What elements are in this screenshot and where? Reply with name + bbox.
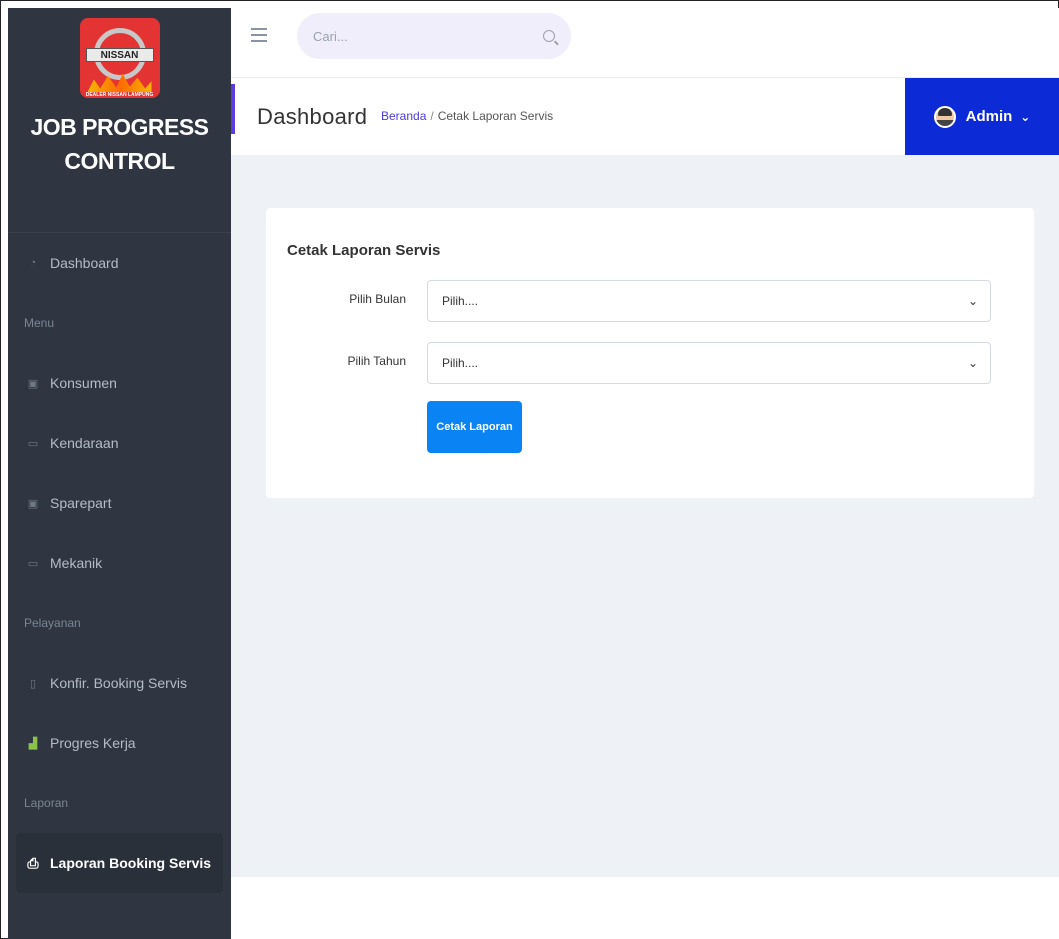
logo-wordmark: NISSAN <box>85 48 154 62</box>
sidebar-nav: ◔ Dashboard Menu ▣ Konsumen ▭ Kendaraan … <box>8 233 231 893</box>
sidebar: NISSAN DEALER NISSAN LAMPUNG JOB PROGRES… <box>8 8 231 939</box>
breadcrumb-home-link[interactable]: Beranda <box>381 109 426 123</box>
sidebar-item-kendaraan[interactable]: ▭ Kendaraan <box>8 413 231 473</box>
sidebar-item-laporan-booking[interactable]: ⎙ Laporan Booking Servis <box>16 833 223 893</box>
sidebar-item-label: Laporan Booking Servis <box>50 855 212 871</box>
sidebar-item-label: Mekanik <box>50 555 103 571</box>
breadcrumb: Beranda / Cetak Laporan Servis <box>381 109 553 123</box>
print-report-button[interactable]: Cetak Laporan <box>427 401 522 453</box>
chevron-down-icon: ⌄ <box>967 356 978 370</box>
page-title: Dashboard <box>257 104 368 129</box>
user-menu-button[interactable]: Admin ⌄ <box>905 78 1059 155</box>
app-frame: NISSAN DEALER NISSAN LAMPUNG JOB PROGRES… <box>0 0 1059 939</box>
year-label: Pilih Tahun <box>347 354 407 368</box>
logo-tagline: DEALER NISSAN LAMPUNG <box>85 92 154 98</box>
search-icon[interactable] <box>543 30 555 42</box>
printer-icon: ⎙ <box>27 854 39 871</box>
breadcrumb-separator: / <box>430 109 434 123</box>
bar-chart-icon: ▟ <box>28 737 38 750</box>
nissan-logo[interactable]: NISSAN DEALER NISSAN LAMPUNG <box>79 18 160 98</box>
search-box <box>297 13 571 59</box>
sidebar-section-pelayanan: Pelayanan <box>24 616 81 630</box>
month-label: Pilih Bulan <box>349 292 406 306</box>
header-accent-bar <box>231 84 235 134</box>
chevron-down-icon: ⌄ <box>1020 109 1031 124</box>
breadcrumb-current: Cetak Laporan Servis <box>437 109 554 123</box>
sidebar-item-konfir-booking[interactable]: ▯ Konfir. Booking Servis <box>8 653 231 713</box>
sidebar-item-progres-kerja[interactable]: ▟ Progres Kerja <box>8 713 231 773</box>
menu-toggle-icon[interactable] <box>251 28 267 42</box>
file-icon: ▯ <box>29 677 37 690</box>
sidebar-section-menu: Menu <box>24 316 55 330</box>
year-select[interactable]: Pilih.... ⌄ <box>427 342 991 384</box>
sidebar-item-sparepart[interactable]: ▣ Sparepart <box>8 473 231 533</box>
search-input[interactable] <box>313 28 543 44</box>
main-content: Cetak Laporan Servis Pilih Bulan Pilih..… <box>231 155 1059 877</box>
year-row: Pilih Tahun Pilih.... ⌄ <box>266 342 1034 384</box>
sidebar-item-dashboard[interactable]: ◔ Dashboard <box>8 233 231 293</box>
vehicle-icon: ▭ <box>27 557 39 570</box>
sidebar-item-label: Konfir. Booking Servis <box>50 675 187 691</box>
sidebar-item-label: Kendaraan <box>50 435 119 451</box>
user-name: Admin <box>965 108 1013 125</box>
id-card-icon: ▣ <box>27 377 39 390</box>
sidebar-section-laporan: Laporan <box>24 796 69 810</box>
avatar <box>933 105 956 128</box>
report-card: Cetak Laporan Servis Pilih Bulan Pilih..… <box>266 208 1034 498</box>
month-select-value: Pilih.... <box>442 294 479 308</box>
sidebar-item-label: Konsumen <box>50 375 117 391</box>
year-select-value: Pilih.... <box>442 356 479 370</box>
page-header: Dashboard Beranda / Cetak Laporan Servis A… <box>231 78 1059 155</box>
brand-title-line2: CONTROL <box>64 148 175 174</box>
sidebar-item-mekanik[interactable]: ▭ Mekanik <box>8 533 231 593</box>
dashboard-icon: ◔ <box>29 257 37 269</box>
id-card-icon: ▣ <box>27 497 39 510</box>
footer <box>231 877 1059 939</box>
sidebar-item-label: Sparepart <box>50 495 112 511</box>
month-row: Pilih Bulan Pilih.... ⌄ <box>266 280 1034 322</box>
topbar <box>231 8 1059 78</box>
brand-title-line1: JOB PROGRESS <box>30 114 209 140</box>
brand-title: JOB PROGRESS CONTROL <box>30 110 209 178</box>
vehicle-icon: ▭ <box>27 437 39 450</box>
chevron-down-icon: ⌄ <box>967 294 978 308</box>
card-title: Cetak Laporan Servis <box>287 242 441 259</box>
brand: NISSAN DEALER NISSAN LAMPUNG JOB PROGRES… <box>8 8 231 233</box>
month-select[interactable]: Pilih.... ⌄ <box>427 280 991 322</box>
sidebar-item-label: Dashboard <box>50 255 119 271</box>
sidebar-item-konsumen[interactable]: ▣ Konsumen <box>8 353 231 413</box>
sidebar-item-label: Progres Kerja <box>50 735 136 751</box>
